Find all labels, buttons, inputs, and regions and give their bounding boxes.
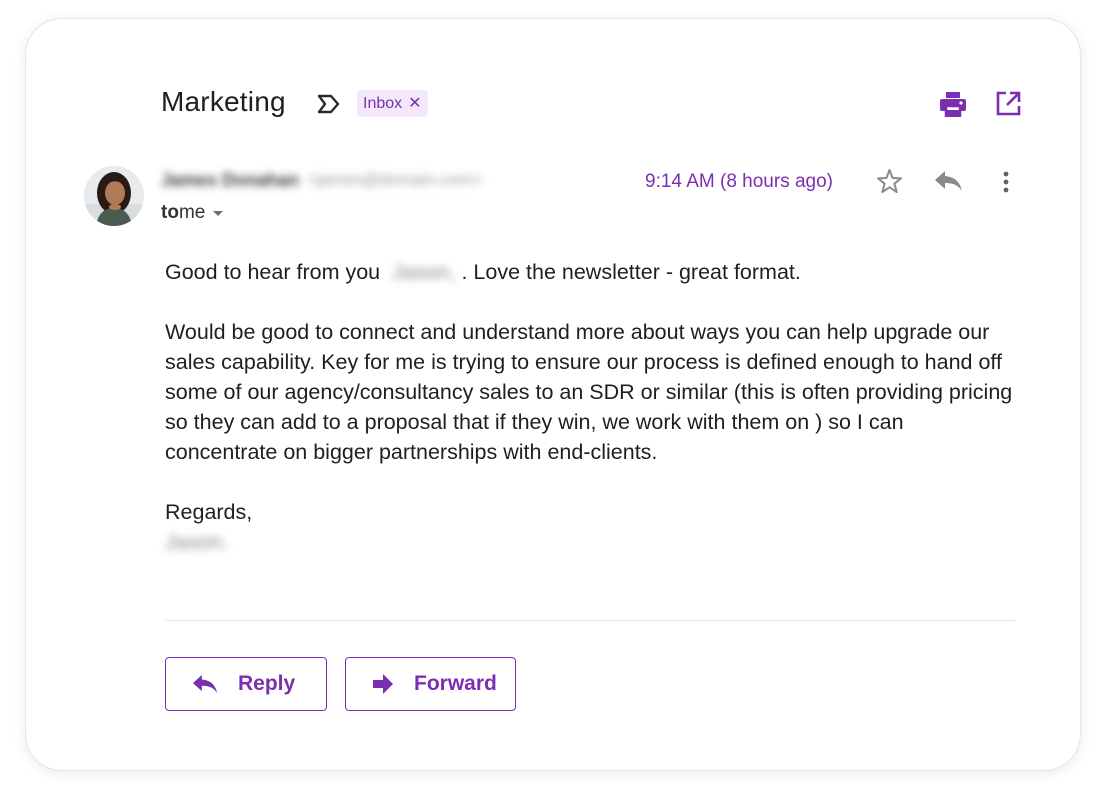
forward-arrow-icon (373, 674, 393, 694)
divider (165, 620, 1015, 621)
recipient-line[interactable]: to me (161, 202, 224, 224)
forward-button[interactable]: Forward (345, 657, 516, 711)
sender-email: <james@domain.com> (307, 170, 483, 189)
body-paragraph-2: Would be good to connect and understand … (165, 320, 1013, 464)
body-paragraph-1: Good to hear from you Jason,. Love the n… (165, 257, 1015, 287)
email-subject: Marketing (161, 86, 286, 117)
importance-marker-icon[interactable] (316, 93, 342, 115)
reply-button-label: Reply (238, 672, 296, 695)
forward-button-label: Forward (414, 672, 497, 695)
sender-name: James Donahan (161, 169, 300, 190)
email-timestamp: 9:14 AM (8 hours ago) (645, 171, 833, 192)
details-dropdown-icon[interactable] (213, 210, 224, 216)
star-icon[interactable] (876, 168, 903, 195)
reply-button[interactable]: Reply (165, 657, 327, 711)
to-prefix: to (161, 202, 179, 223)
avatar-photo (84, 166, 144, 226)
more-options-icon[interactable] (997, 170, 1015, 194)
inbox-label-text: Inbox (363, 95, 403, 112)
print-icon[interactable] (939, 91, 967, 117)
open-in-new-window-icon[interactable] (996, 91, 1021, 116)
recipient-value: me (178, 202, 206, 223)
email-body: Good to hear from you Jason,. Love the n… (165, 257, 1015, 557)
sender-info[interactable]: James Donahan <james@domain.com> (161, 168, 563, 192)
body-greeting: Good to hear from you (165, 260, 381, 284)
inbox-label-chip[interactable]: Inbox ✕ (357, 90, 428, 117)
sender-avatar[interactable] (84, 166, 144, 226)
body-greeting-rest: . Love the newsletter - great format. (461, 260, 801, 284)
body-closing: Regards, (165, 500, 253, 524)
reply-icon[interactable] (934, 170, 963, 192)
signature-redacted: Jason. (165, 530, 229, 554)
reply-arrow-icon (192, 675, 218, 693)
recipient-name-redacted: Jason, (392, 260, 456, 284)
remove-label-icon[interactable]: ✕ (408, 90, 421, 117)
